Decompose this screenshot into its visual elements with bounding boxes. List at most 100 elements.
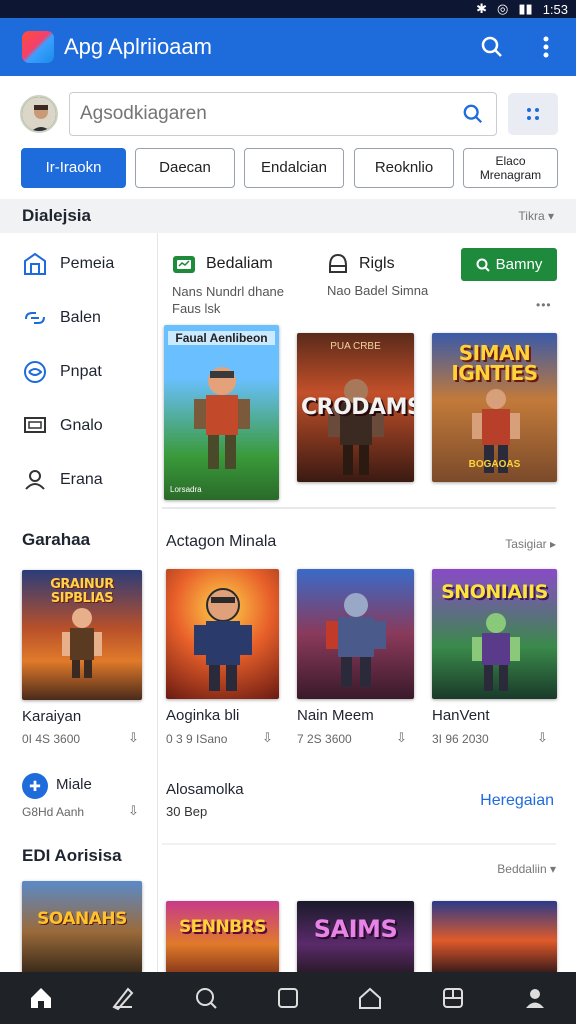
app-logo bbox=[22, 31, 54, 63]
monitor-icon bbox=[24, 417, 46, 433]
section-header: Dialejsia Tikra ▾ bbox=[0, 199, 576, 233]
game-tile[interactable]: PUA CRBE CRODAMS bbox=[297, 333, 414, 482]
tile-tag: PUA CRBE bbox=[330, 341, 381, 352]
game-tile[interactable]: Faual Aenlibeon Lorsadra bbox=[164, 325, 279, 500]
wallet-icon bbox=[173, 256, 195, 273]
tile-meta: 0I 4S 3600 bbox=[22, 732, 81, 746]
download-icon[interactable]: ⇩ bbox=[537, 730, 548, 746]
helmet-icon bbox=[329, 253, 347, 273]
row-link[interactable]: Heregaian bbox=[480, 792, 554, 810]
download-icon[interactable]: ⇩ bbox=[128, 803, 139, 819]
sidebar-heading: EDI Aorisisa bbox=[22, 846, 122, 865]
sidebar: Pemeia Balen Pnpat Gnalo Erana Garahaa G… bbox=[0, 233, 158, 973]
featured-left-label: Bedaliam bbox=[206, 255, 273, 272]
game-tile[interactable]: GRAINUR SIPBLIAS bbox=[22, 570, 142, 700]
chip-5[interactable]: Elaco Mrenagram bbox=[463, 148, 558, 188]
game-tile[interactable]: SIMAN IGNTIES BOGAOAS bbox=[432, 333, 557, 482]
tile-title: SNONIAIIS bbox=[441, 581, 548, 603]
badge-meta: G8Hd Aanh bbox=[22, 805, 85, 819]
alarm-icon: ◎ bbox=[497, 1, 509, 16]
game-tile[interactable]: SNONIAIIS bbox=[432, 569, 557, 699]
tile-title: Faual Aenlibeon bbox=[168, 331, 275, 345]
divider bbox=[162, 843, 556, 845]
sidebar-item-label: Pnpat bbox=[60, 363, 102, 380]
more-dots-icon[interactable]: ••• bbox=[536, 298, 552, 312]
download-icon[interactable]: ⇩ bbox=[396, 730, 407, 746]
signal-icon: ▮▮ bbox=[518, 1, 533, 16]
chip-2[interactable]: Daecan bbox=[135, 148, 235, 188]
profile-icon[interactable] bbox=[515, 978, 555, 1018]
tile-title: SOANAHS bbox=[37, 909, 127, 929]
tile-name: HanVent bbox=[432, 707, 490, 724]
search-icon[interactable] bbox=[477, 32, 507, 62]
section-title: Dialejsia bbox=[22, 206, 91, 225]
game-tile[interactable] bbox=[432, 901, 557, 973]
status-bar: ✱ ◎ ▮▮ 1:53 bbox=[0, 0, 576, 18]
search-icon bbox=[476, 258, 490, 272]
sidebar-item-5[interactable]: Erana bbox=[22, 465, 152, 495]
sidebar-item-label: Balen bbox=[60, 309, 101, 326]
pen-icon[interactable] bbox=[103, 978, 143, 1018]
featured-action-button[interactable]: Bamny bbox=[461, 248, 557, 281]
featured-left[interactable]: Bedaliam bbox=[172, 253, 273, 275]
status-time: 1:53 bbox=[542, 1, 568, 17]
badge-label: Miale bbox=[56, 776, 92, 793]
app-title: Apg Aplriioaam bbox=[64, 34, 212, 59]
featured-left-sub: Nans Nundrl dhane Faus lsk bbox=[172, 284, 285, 316]
search-icon[interactable] bbox=[186, 978, 226, 1018]
game-tile[interactable]: SAIMS bbox=[297, 901, 414, 973]
tile-tag: Lorsadra bbox=[170, 485, 202, 494]
grid-view-button[interactable] bbox=[508, 93, 558, 135]
row-more-link[interactable]: Tasigiar ▸ bbox=[505, 537, 556, 551]
search-icon[interactable] bbox=[462, 103, 484, 130]
globe-icon bbox=[24, 361, 46, 383]
app-bar: Apg Aplriioaam bbox=[0, 18, 576, 76]
house-outline-icon[interactable] bbox=[350, 978, 390, 1018]
link-icon bbox=[25, 312, 45, 324]
library-icon[interactable] bbox=[433, 978, 473, 1018]
section-more-link[interactable]: Tikra ▾ bbox=[518, 209, 554, 223]
sidebar-item-label: Gnalo bbox=[60, 417, 103, 434]
featured-right-label: Rigls bbox=[359, 255, 395, 272]
square-icon[interactable] bbox=[268, 978, 308, 1018]
featured-right[interactable]: Rigls bbox=[327, 252, 395, 276]
tile-title: SAIMS bbox=[313, 915, 398, 943]
tile-name: Aoginka bli bbox=[166, 707, 240, 724]
sidebar-item-2[interactable]: Balen bbox=[22, 303, 152, 333]
bottom-nav bbox=[0, 972, 576, 1024]
avatar[interactable] bbox=[20, 95, 58, 133]
tile-title: SIMAN IGNTIES bbox=[451, 341, 538, 385]
search-box[interactable] bbox=[69, 92, 497, 136]
more-menu-icon[interactable] bbox=[531, 32, 561, 62]
sidebar-item-label: Pemeia bbox=[60, 255, 115, 272]
tile-title: GRAINUR SIPBLIAS bbox=[50, 577, 114, 606]
game-tile[interactable]: SENNBRS bbox=[166, 901, 279, 973]
person-icon bbox=[25, 470, 45, 490]
sidebar-item-3[interactable]: Pnpat bbox=[22, 357, 152, 387]
heart-badge-icon: ✚ bbox=[22, 773, 48, 799]
search-input[interactable] bbox=[80, 101, 450, 127]
chip-4[interactable]: Reoknlio bbox=[354, 148, 454, 188]
sidebar-item-4[interactable]: Gnalo bbox=[22, 411, 152, 441]
download-icon[interactable]: ⇩ bbox=[262, 730, 273, 746]
row-title: Alosamolka bbox=[166, 781, 244, 798]
sidebar-heading: Garahaa bbox=[22, 530, 91, 549]
home-icon[interactable] bbox=[21, 978, 61, 1018]
featured-right-sub: Nao Badel Simna bbox=[327, 283, 429, 298]
tile-title: SENNBRS bbox=[178, 917, 267, 937]
tile-meta: 3I 96 2030 bbox=[432, 732, 489, 746]
sidebar-item-1[interactable]: Pemeia bbox=[22, 249, 152, 279]
tile-title: CRODAMS bbox=[301, 395, 414, 420]
tile-name: Nain Meem bbox=[297, 707, 374, 724]
chip-1[interactable]: Ir-Iraokn bbox=[21, 148, 126, 188]
divider bbox=[162, 507, 556, 509]
row-more-link[interactable]: Beddaliin ▾ bbox=[497, 862, 556, 876]
download-icon[interactable]: ⇩ bbox=[128, 730, 139, 746]
tile-tag: BOGAOAS bbox=[468, 459, 521, 470]
chip-3[interactable]: Endalcian bbox=[244, 148, 344, 188]
game-tile[interactable]: SOANAHS bbox=[22, 881, 142, 973]
search-row bbox=[0, 76, 576, 152]
game-tile[interactable] bbox=[166, 569, 279, 699]
game-tile[interactable] bbox=[297, 569, 414, 699]
row-title: Actagon Minala bbox=[166, 533, 277, 550]
